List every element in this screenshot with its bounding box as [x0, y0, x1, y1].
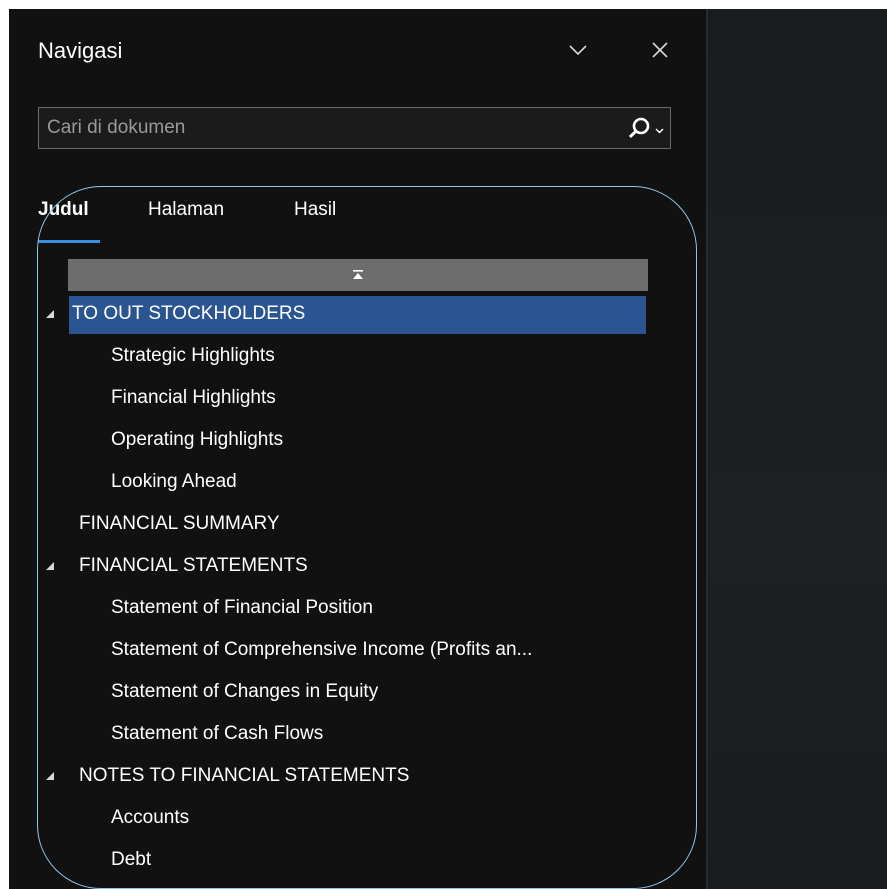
tree-item-label: Strategic Highlights: [111, 345, 275, 366]
tab-judul[interactable]: Judul: [38, 199, 89, 221]
tree-item-to-out-stockholders[interactable]: TO OUT STOCKHOLDERS: [9, 296, 706, 334]
close-pane-button[interactable]: [645, 35, 675, 65]
chevron-down-icon: [569, 44, 587, 55]
expanded-triangle-icon[interactable]: [45, 309, 55, 319]
search-box: [38, 107, 671, 149]
tree-item-label: Operating Highlights: [111, 429, 284, 450]
tree-item-label: Accounts: [111, 807, 190, 828]
tree-item-debt[interactable]: Debt: [9, 842, 706, 880]
navigation-pane: Navigasi Judul: [9, 9, 706, 889]
scroll-to-top-button[interactable]: [68, 259, 648, 291]
tree-item-financial-highlights[interactable]: Financial Highlights: [9, 380, 706, 418]
tree-item-financial-statements[interactable]: FINANCIAL STATEMENTS: [9, 548, 706, 586]
active-tab-indicator: [38, 240, 100, 243]
window: Navigasi Judul: [9, 9, 887, 889]
expanded-triangle-icon[interactable]: [45, 561, 55, 571]
expanded-triangle-icon[interactable]: [45, 771, 55, 781]
tree-item-label: Statement of Changes in Equity: [111, 681, 379, 702]
tree-item-label: FINANCIAL SUMMARY: [79, 513, 280, 534]
tree-item-statement-of-changes-in-equity[interactable]: Statement of Changes in Equity: [9, 674, 706, 712]
tree-item-label: Debt: [111, 849, 152, 870]
search-icon: [628, 117, 650, 139]
document-area[interactable]: [708, 9, 887, 889]
tree-item-financial-summary[interactable]: FINANCIAL SUMMARY: [9, 506, 706, 544]
tab-halaman[interactable]: Halaman: [148, 199, 224, 221]
tree-item-looking-ahead[interactable]: Looking Ahead: [9, 464, 706, 502]
tree-item-label: Statement of Financial Position: [111, 597, 373, 618]
tree-item-statement-of-cash-flows[interactable]: Statement of Cash Flows: [9, 716, 706, 754]
tree-item-accounts[interactable]: Accounts: [9, 800, 706, 838]
pane-options-button[interactable]: [563, 35, 593, 65]
dropdown-caret-icon: [655, 128, 664, 134]
search-button[interactable]: [618, 113, 664, 143]
tab-hasil[interactable]: Hasil: [294, 199, 336, 221]
tree-item-strategic-highlights[interactable]: Strategic Highlights: [9, 338, 706, 376]
tree-item-notes-to-financial-statements[interactable]: NOTES TO FINANCIAL STATEMENTS: [9, 758, 706, 796]
scroll-to-top-icon: [353, 270, 363, 279]
tree-item-label: NOTES TO FINANCIAL STATEMENTS: [79, 765, 410, 786]
search-input[interactable]: [39, 108, 622, 148]
close-icon: [652, 42, 668, 58]
tree-item-label: Financial Highlights: [111, 387, 276, 408]
tree-item-operating-highlights[interactable]: Operating Highlights: [9, 422, 706, 460]
tree-item-statement-of-financial-position[interactable]: Statement of Financial Position: [9, 590, 706, 628]
tree-item-statement-of-comprehensive-income[interactable]: Statement of Comprehensive Income (Profi…: [9, 632, 706, 670]
tree-item-label: Statement of Cash Flows: [111, 723, 324, 744]
pane-title: Navigasi: [38, 38, 123, 63]
tree-item-label: TO OUT STOCKHOLDERS: [72, 303, 306, 324]
tree-item-label: Looking Ahead: [111, 471, 237, 492]
tree-item-label: Statement of Comprehensive Income (Profi…: [111, 639, 533, 660]
tree-item-label: FINANCIAL STATEMENTS: [79, 555, 308, 576]
